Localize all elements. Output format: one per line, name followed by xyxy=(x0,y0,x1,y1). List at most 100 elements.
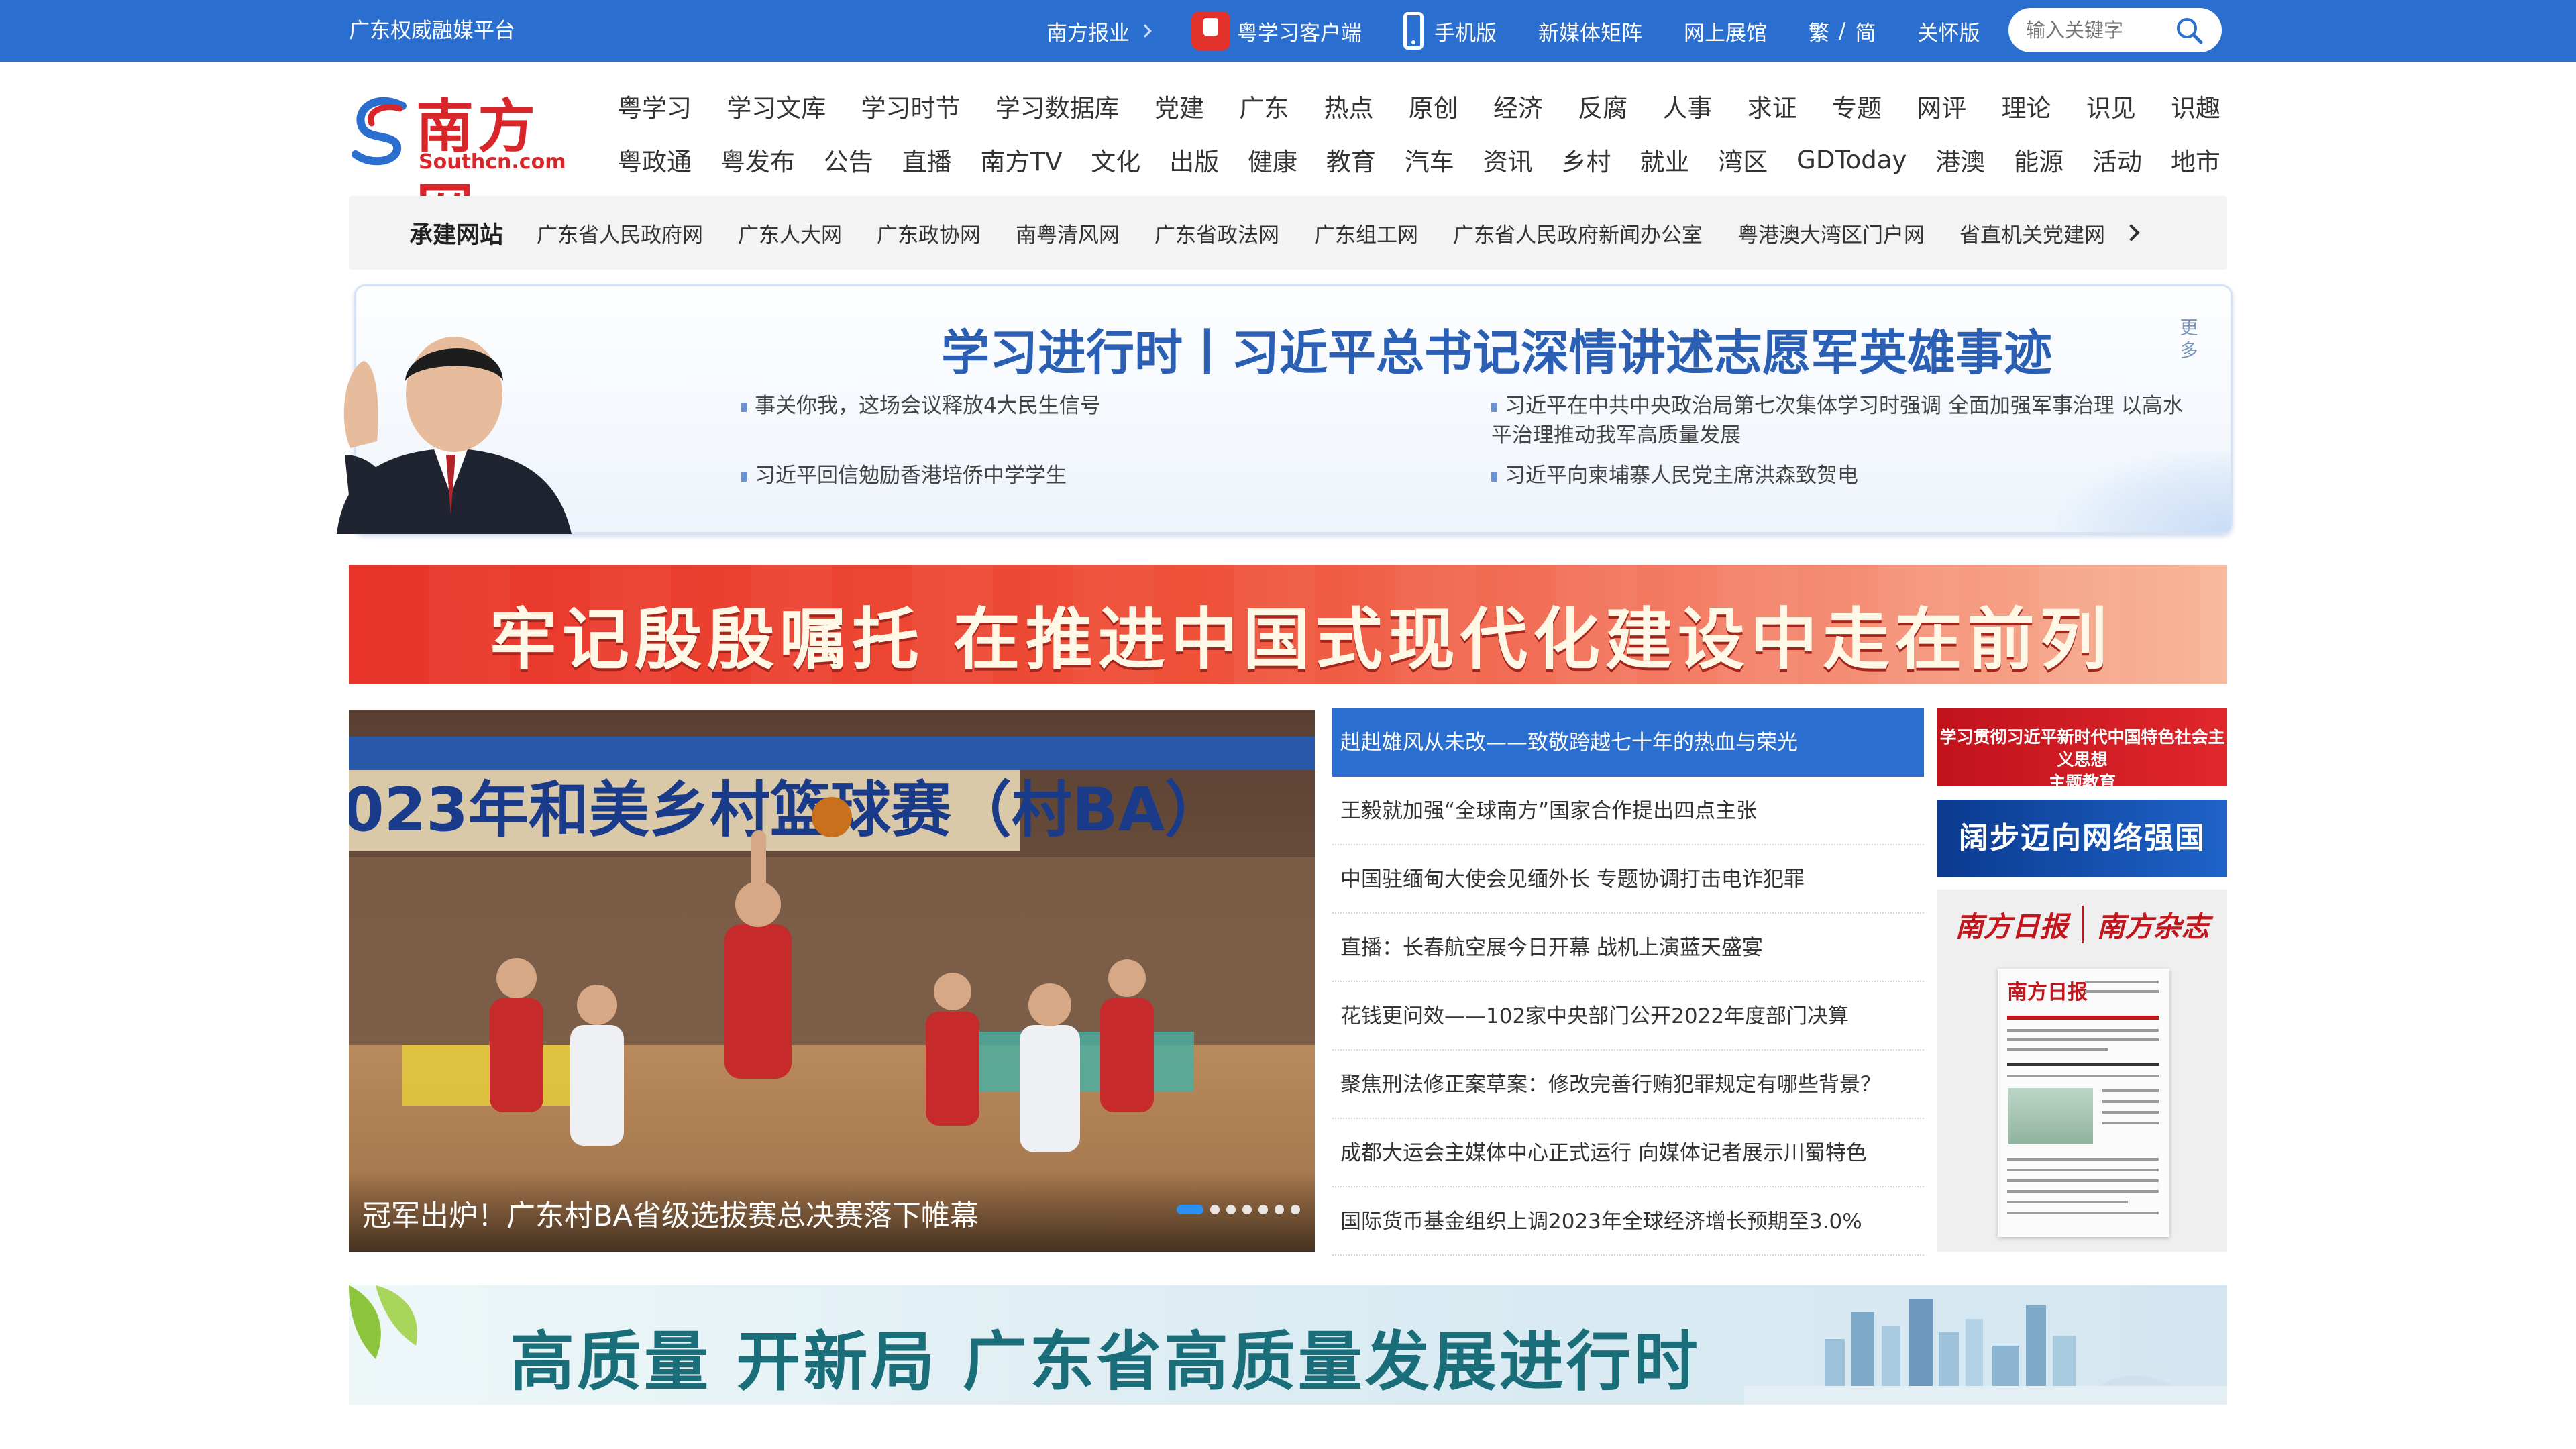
traditional-chinese-link[interactable]: 繁 xyxy=(1809,16,1829,46)
top-nav-online-exhibition[interactable]: 网上展馆 xyxy=(1684,16,1767,46)
high-quality-development-banner[interactable]: 高质量 开新局 广东省高质量发展进行时 xyxy=(349,1285,2227,1405)
nav-link[interactable]: 健康 xyxy=(1248,142,1297,178)
headline-item[interactable]: 聚焦刑法修正案草案：修改完善行贿犯罪规定有哪些背景？ xyxy=(1332,1051,1924,1119)
nav-link[interactable]: 公告 xyxy=(824,142,873,178)
study-feature-panel: 学习进行时丨习近平总书记深情讲述志愿军英雄事迹 更多 事关你我，这场会议释放4大… xyxy=(354,284,2233,534)
carousel-dot[interactable] xyxy=(1258,1205,1268,1214)
nav-link[interactable]: 港澳 xyxy=(1935,142,1985,178)
theme-education-line2: 主题教育 xyxy=(2048,773,2116,792)
partner-site-link[interactable]: 粤港澳大湾区门户网 xyxy=(1737,218,1925,248)
simplified-chinese-link[interactable]: 简 xyxy=(1855,16,1876,46)
carousel-caption[interactable]: 冠军出炉！广东村BA省级选拔赛总决赛落下帷幕 xyxy=(362,1193,979,1234)
nav-link[interactable]: 能源 xyxy=(2014,142,2063,178)
headline-item[interactable]: 成都大运会主媒体中心正式运行 向媒体记者展示川蜀特色 xyxy=(1332,1119,1924,1187)
carousel-dot[interactable] xyxy=(1291,1205,1300,1214)
headline-item[interactable]: 王毅就加强“全球南方”国家合作提出四点主张 xyxy=(1332,777,1924,845)
site-logo[interactable]: 南方网 Southcn.com xyxy=(349,79,577,244)
nav-link[interactable]: 经济 xyxy=(1493,88,1543,124)
nav-link[interactable]: 活动 xyxy=(2092,142,2142,178)
study-news-item[interactable]: 习近平向柬埔寨人民党主席洪森致贺电 xyxy=(1491,461,2189,490)
headline-item[interactable]: 国际货币基金组织上调2023年全球经济增长预期至3.0% xyxy=(1332,1187,1924,1256)
nav-link[interactable]: 专题 xyxy=(1832,88,1882,124)
nav-link[interactable]: 乡村 xyxy=(1562,142,1611,178)
nav-link[interactable]: 粤发布 xyxy=(720,142,795,178)
carousel-dot[interactable] xyxy=(1242,1205,1252,1214)
carousel-dot[interactable] xyxy=(1275,1205,1284,1214)
nav-link[interactable]: 南方TV xyxy=(981,142,1063,178)
search-icon[interactable] xyxy=(2175,16,2203,44)
newspaper-e-paper[interactable]: 南方日报 南方杂志 南方日报 xyxy=(1937,890,2227,1252)
nav-link[interactable]: 粤政通 xyxy=(617,142,692,178)
study-news-text: 习近平向柬埔寨人民党主席洪森致贺电 xyxy=(1505,464,1858,488)
newspaper-front-title: 南方日报 xyxy=(2007,981,2088,1004)
nav-link[interactable]: 人事 xyxy=(1663,88,1713,124)
care-version-link[interactable]: 关怀版 xyxy=(1917,16,1980,46)
top-nav-mobile[interactable]: 手机版 xyxy=(1403,12,1497,50)
headline-item[interactable]: 中国驻缅甸大使会见缅外长 专题协调打击电诈犯罪 xyxy=(1332,845,1924,914)
nav-link[interactable]: 直播 xyxy=(902,142,952,178)
partner-site-link[interactable]: 南粤清风网 xyxy=(1016,218,1120,248)
nav-link[interactable]: 热点 xyxy=(1324,88,1374,124)
cyber-power-banner[interactable]: 阔步迈向网络强国 xyxy=(1937,800,2227,877)
theme-education-banner[interactable]: 学习贯彻习近平新时代中国特色社会主义思想 主题教育 xyxy=(1937,708,2227,792)
masthead-divider xyxy=(2081,906,2084,943)
phone-icon xyxy=(1403,12,1424,50)
top-bar: 广东权威融媒平台 南方报业 粤学习客户端 手机版 新媒体矩阵 网上展馆 繁 / … xyxy=(0,0,2576,62)
nav-link[interactable]: 学习数据库 xyxy=(996,88,1120,124)
nav-link[interactable]: 学习文库 xyxy=(727,88,826,124)
nav-link[interactable]: 学习时节 xyxy=(861,88,961,124)
nav-link[interactable]: 原创 xyxy=(1409,88,1458,124)
paper-text-line xyxy=(2102,1089,2159,1092)
study-feature-title[interactable]: 学习进行时丨习近平总书记深情讲述志愿军英雄事迹 xyxy=(839,313,2154,384)
nav-link[interactable]: 文化 xyxy=(1091,142,1140,178)
study-news-item[interactable]: 事关你我，这场会议释放4大民生信号 xyxy=(741,391,1439,421)
carousel-dot[interactable] xyxy=(1226,1205,1236,1214)
partner-site-link[interactable]: 省直机关党建网 xyxy=(1960,218,2105,248)
bullet-icon xyxy=(1491,472,1497,482)
top-nav-yuexuexi-app[interactable]: 粤学习客户端 xyxy=(1191,11,1362,50)
nav-link[interactable]: 网评 xyxy=(1917,88,1966,124)
slogan-banner[interactable]: 牢记殷殷嘱托 在推进中国式现代化建设中走在前列 xyxy=(349,565,2227,684)
headline-item[interactable]: 花钱更问效——102家中央部门公开2022年度部门决算 xyxy=(1332,982,1924,1051)
nanfang-daily-mast[interactable]: 南方日报 xyxy=(1955,904,2068,945)
partner-site-link[interactable]: 广东省政法网 xyxy=(1155,218,1279,248)
logo-subtitle: Southcn.com xyxy=(419,150,566,174)
newspaper-masthead: 南方日报 南方杂志 xyxy=(1955,898,2210,951)
nav-link[interactable]: 教育 xyxy=(1326,142,1376,178)
nav-link[interactable]: 地市 xyxy=(2171,142,2220,178)
nav-link[interactable]: 反腐 xyxy=(1578,88,1627,124)
partner-site-link[interactable]: 广东省人民政府网 xyxy=(537,218,703,248)
nav-link[interactable]: GDToday xyxy=(1796,146,1907,174)
chevron-right-icon[interactable] xyxy=(2123,224,2140,241)
nav-link[interactable]: 出版 xyxy=(1169,142,1219,178)
top-nav-new-media-matrix[interactable]: 新媒体矩阵 xyxy=(1538,16,1642,46)
nav-link[interactable]: 理论 xyxy=(2002,88,2051,124)
nav-link[interactable]: 粤学习 xyxy=(617,88,692,124)
nav-link[interactable]: 就业 xyxy=(1640,142,1689,178)
more-link[interactable]: 更多 xyxy=(2176,317,2202,363)
nav-link[interactable]: 求证 xyxy=(1748,88,1797,124)
headline-item-active[interactable]: 赳赳雄风从未改——致敬跨越七十年的热血与荣光 xyxy=(1332,708,1924,777)
nav-link[interactable]: 广东 xyxy=(1239,88,1289,124)
nav-link[interactable]: 资讯 xyxy=(1483,142,1533,178)
partner-site-link[interactable]: 广东省人民政府新闻办公室 xyxy=(1453,218,1703,248)
partner-site-link[interactable]: 广东人大网 xyxy=(738,218,842,248)
headline-item[interactable]: 直播：长春航空展今日开幕 战机上演蓝天盛宴 xyxy=(1332,914,1924,982)
news-carousel[interactable]: 023年和美乡村篮球赛（村BA） 冠军出炉！广东村BA省级选拔赛总决赛落下帷幕 xyxy=(349,710,1315,1252)
search-input[interactable] xyxy=(2026,15,2167,46)
nav-link[interactable]: 识见 xyxy=(2086,88,2136,124)
carousel-dot[interactable] xyxy=(1177,1205,1203,1214)
nav-link[interactable]: 湾区 xyxy=(1718,142,1768,178)
partner-site-link[interactable]: 广东政协网 xyxy=(877,218,981,248)
top-nav-nanfang-baoye[interactable]: 南方报业 xyxy=(1046,16,1152,46)
nav-link[interactable]: 党建 xyxy=(1155,88,1204,124)
carousel-dot[interactable] xyxy=(1210,1205,1220,1214)
nav-link[interactable]: 汽车 xyxy=(1405,142,1454,178)
newspaper-front-page[interactable]: 南方日报 xyxy=(1998,969,2169,1237)
study-news-item[interactable]: 习近平回信勉励香港培侨中学学生 xyxy=(741,461,1439,490)
nav-link[interactable]: 识趣 xyxy=(2171,88,2220,124)
paper-text-line xyxy=(2007,1169,2159,1171)
study-news-item[interactable]: 习近平在中共中央政治局第七次集体学习时强调 全面加强军事治理 以高水平治理推动我… xyxy=(1491,391,2189,450)
nanfang-magazine-mast[interactable]: 南方杂志 xyxy=(2097,904,2210,945)
partner-site-link[interactable]: 广东组工网 xyxy=(1314,218,1418,248)
